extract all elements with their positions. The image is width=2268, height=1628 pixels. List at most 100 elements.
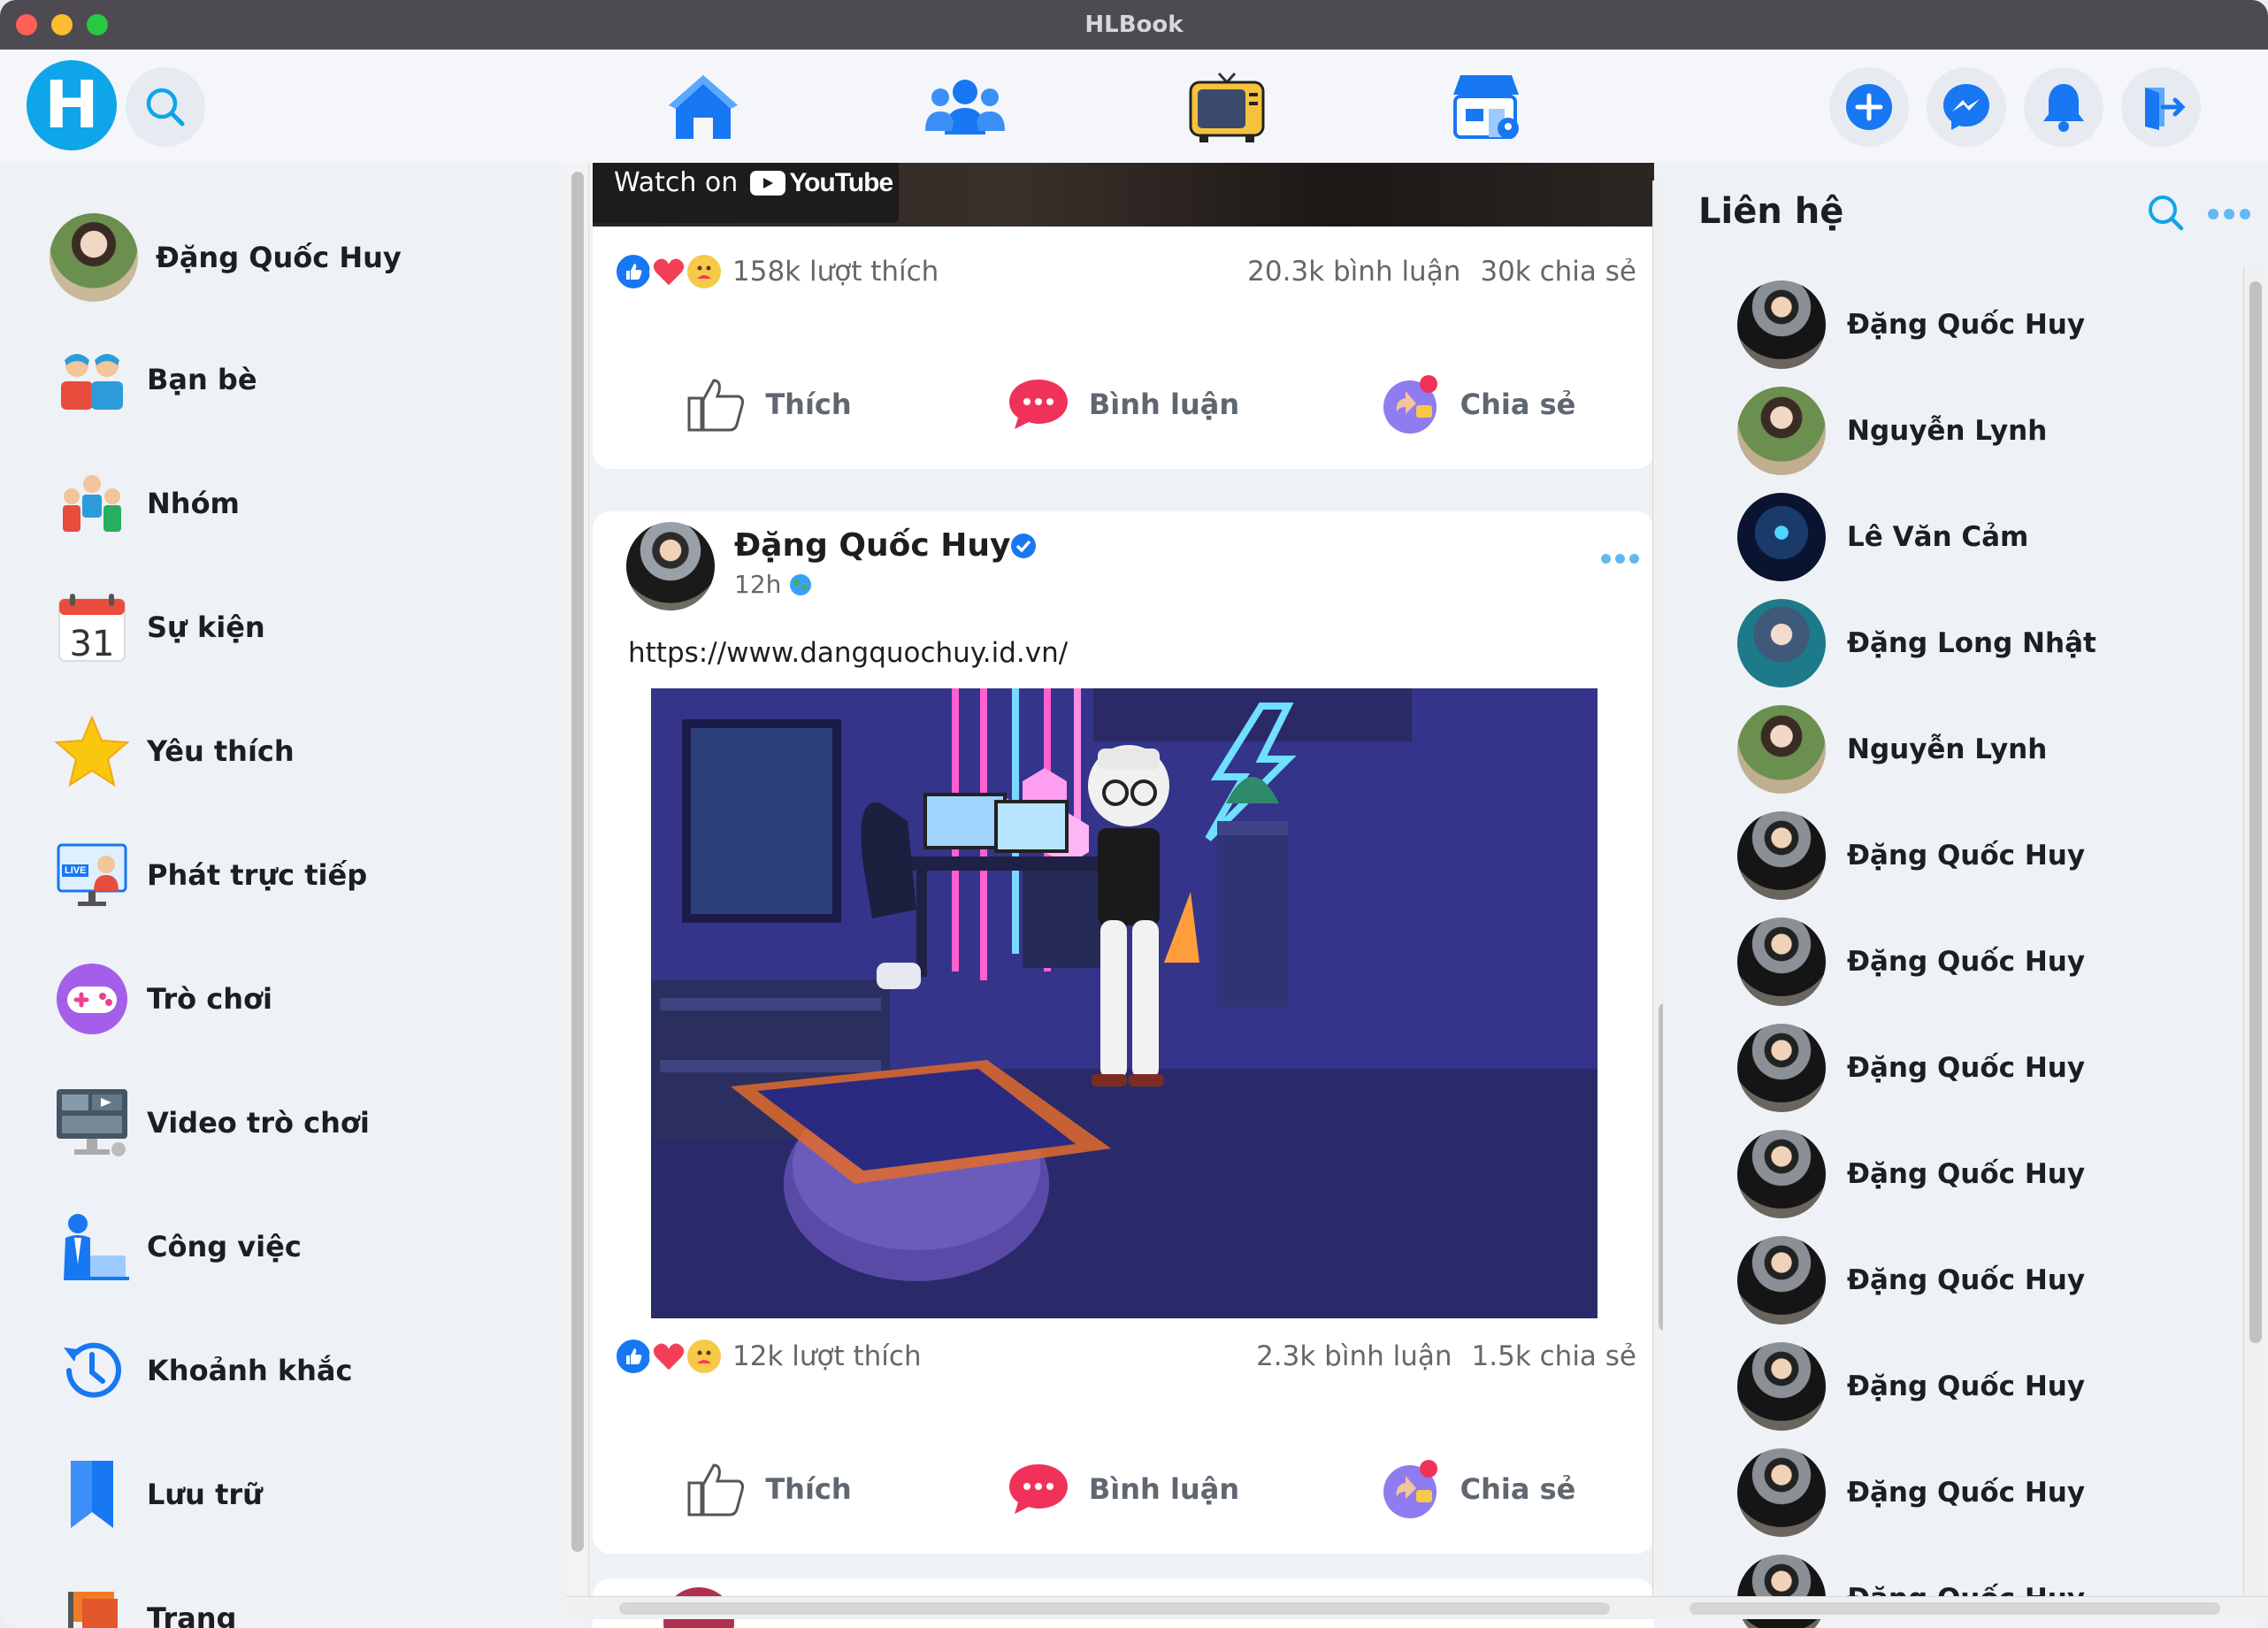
search-button[interactable] — [126, 67, 205, 147]
play-icon — [750, 171, 786, 196]
logout-button[interactable] — [2121, 67, 2201, 147]
share-button[interactable]: Chia sẻ — [1300, 1458, 1654, 1520]
like-reaction-icon — [614, 1337, 653, 1376]
comment-button[interactable]: Bình luận — [946, 378, 1300, 431]
sidebar-item-groups[interactable]: Nhóm — [50, 455, 545, 552]
like-reaction-icon — [614, 252, 653, 291]
feed-horizontal-scrollbar[interactable] — [566, 1596, 1663, 1619]
like-count[interactable]: 158k lượt thích — [732, 256, 939, 288]
post-actions: Thích Bình luận Chia sẻ — [593, 1449, 1654, 1529]
messenger-button[interactable] — [1927, 67, 2006, 147]
sidebar-profile[interactable]: Đặng Quốc Huy — [50, 209, 545, 306]
video-embed[interactable]: Watch on YouTube — [593, 163, 1654, 227]
like-label: Thích — [765, 388, 852, 421]
post-text[interactable]: https://www.dangquochuy.id.vn/ — [628, 637, 1068, 669]
close-window-button[interactable] — [16, 14, 37, 35]
verified-icon — [1011, 534, 1036, 558]
comment-count[interactable]: 2.3k bình luận — [1256, 1340, 1452, 1372]
nav-home[interactable] — [663, 67, 743, 147]
post-time[interactable]: 12h — [734, 570, 781, 599]
reaction-icons[interactable]: 158k lượt thích — [614, 252, 939, 291]
contact-item[interactable]: Lê Văn Cảm — [1737, 488, 2233, 586]
minimize-window-button[interactable] — [51, 14, 73, 35]
post-author-avatar[interactable] — [626, 522, 715, 610]
contact-item[interactable]: Đặng Quốc Huy — [1737, 807, 2233, 904]
share-button[interactable]: Chia sẻ — [1300, 373, 1654, 435]
gaming-video-icon — [57, 1089, 127, 1156]
feed-scrollbar[interactable] — [1652, 180, 1663, 1614]
sidebar-item-pages[interactable]: Trang — [50, 1570, 545, 1628]
contact-item[interactable]: Đặng Quốc Huy — [1737, 1019, 2233, 1117]
sidebar-item-gaming-video[interactable]: Video trò chơi — [50, 1074, 545, 1171]
share-count[interactable]: 30k chia sẻ — [1480, 256, 1636, 288]
contact-item[interactable]: Đặng Quốc Huy — [1737, 1232, 2233, 1329]
contact-name: Nguyễn Lynh — [1847, 415, 2048, 447]
contact-item[interactable]: Đặng Quốc Huy — [1737, 1125, 2233, 1223]
care-reaction-icon — [685, 1337, 724, 1376]
plus-icon — [1846, 84, 1892, 130]
contact-name: Đặng Quốc Huy — [1847, 840, 2086, 872]
nav-marketplace[interactable] — [1447, 67, 1527, 147]
contact-name: Đặng Quốc Huy — [1847, 1477, 2086, 1509]
friends-icon — [925, 80, 1005, 134]
sidebar-item-saved[interactable]: Lưu trữ — [50, 1446, 545, 1543]
watch-on-youtube[interactable]: Watch on YouTube — [593, 163, 899, 223]
feed-left-scrollbar[interactable] — [566, 163, 589, 1614]
zoom-window-button[interactable] — [87, 14, 108, 35]
nav-watch[interactable] — [1187, 67, 1267, 147]
messenger-icon — [1943, 84, 1989, 130]
post-stats: 12k lượt thích 2.3k bình luận 1.5k chia … — [614, 1334, 1636, 1378]
app-logo[interactable]: H — [27, 60, 117, 150]
nav-friends[interactable] — [925, 67, 1005, 147]
contacts-more-button[interactable] — [2208, 209, 2250, 219]
sidebar-item-gaming[interactable]: Trò chơi — [50, 950, 545, 1048]
share-label: Chia sẻ — [1460, 388, 1576, 421]
sidebar-item-events[interactable]: 31 Sự kiện — [50, 579, 545, 676]
post-more-button[interactable] — [1601, 554, 1639, 564]
bell-icon — [2043, 84, 2084, 132]
contact-name: Đặng Quốc Huy — [1847, 309, 2086, 341]
contact-item[interactable]: Đặng Quốc Huy — [1737, 1444, 2233, 1541]
contacts-horizontal-scrollbar[interactable] — [1663, 1596, 2268, 1619]
contact-name: Lê Văn Cảm — [1847, 521, 2029, 553]
like-button[interactable]: Thích — [593, 377, 946, 432]
share-label: Chia sẻ — [1460, 1472, 1576, 1506]
comment-button[interactable]: Bình luận — [946, 1463, 1300, 1516]
sidebar-item-favorites[interactable]: Yêu thích — [50, 703, 545, 800]
care-reaction-icon — [685, 252, 724, 291]
comment-count[interactable]: 20.3k bình luận — [1247, 256, 1460, 288]
bookmark-icon — [71, 1461, 113, 1528]
sidebar-item-memories[interactable]: Khoảnh khắc — [50, 1322, 545, 1419]
sidebar-item-friends[interactable]: Bạn bè — [50, 331, 545, 428]
contact-name: Đặng Quốc Huy — [1847, 1158, 2086, 1190]
comment-icon — [1008, 1464, 1068, 1514]
sidebar-item-live[interactable]: LIVE Phát trực tiếp — [50, 826, 545, 924]
reaction-icons[interactable]: 12k lượt thích — [614, 1337, 922, 1376]
share-count[interactable]: 1.5k chia sẻ — [1472, 1340, 1636, 1372]
create-button[interactable] — [1829, 67, 1909, 147]
gamepad-icon — [57, 964, 127, 1034]
contact-item[interactable]: Nguyễn Lynh — [1737, 382, 2233, 480]
contact-item[interactable]: Nguyễn Lynh — [1737, 701, 2233, 798]
friends-icon — [61, 354, 123, 410]
post-author-name[interactable]: Đặng Quốc Huy — [734, 527, 1010, 564]
tv-icon — [1189, 72, 1265, 142]
search-icon — [146, 88, 185, 127]
post-image[interactable] — [651, 688, 1598, 1318]
contacts-scrollbar[interactable] — [2243, 267, 2266, 1612]
news-feed: Watch on YouTube 158k lượt thích 20.3k b… — [566, 163, 1663, 1628]
sidebar-item-label: Trang — [147, 1601, 237, 1628]
contact-item[interactable]: Đặng Quốc Huy — [1737, 276, 2233, 373]
notifications-button[interactable] — [2024, 67, 2103, 147]
post-card: Watch on YouTube 158k lượt thích 20.3k b… — [593, 163, 1654, 469]
globe-icon — [790, 573, 812, 595]
contacts-search-icon[interactable] — [2146, 193, 2185, 232]
contact-item[interactable]: Đặng Quốc Huy — [1737, 1338, 2233, 1435]
contact-item[interactable]: Đặng Quốc Huy — [1737, 913, 2233, 1010]
sidebar-item-jobs[interactable]: Công việc — [50, 1198, 545, 1295]
contact-item[interactable]: Đặng Long Nhật — [1737, 595, 2233, 692]
room-illustration — [651, 688, 1598, 1318]
like-button[interactable]: Thích — [593, 1462, 946, 1517]
contact-name: Đặng Quốc Huy — [1847, 1371, 2086, 1402]
like-count[interactable]: 12k lượt thích — [732, 1340, 922, 1372]
